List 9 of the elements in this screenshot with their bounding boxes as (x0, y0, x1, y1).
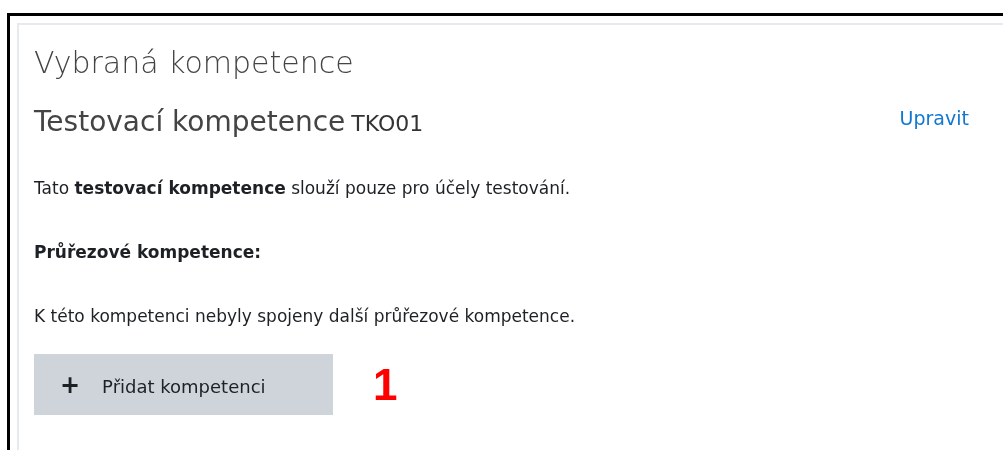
competency-name: Testovací kompetence (34, 105, 346, 138)
section-title: Vybraná kompetence (34, 44, 355, 82)
add-competency-button[interactable]: + Přidat kompetenci (34, 354, 333, 415)
competency-code: TKO01 (351, 111, 424, 136)
empty-message: K této kompetenci nebyly spojeny další průřezové kompetence. (34, 305, 577, 328)
step-number: 1 (373, 359, 398, 410)
edit-link[interactable]: Upravit (899, 107, 969, 129)
cross-competencies-heading: Průřezové kompetence: (34, 241, 263, 264)
description: Tato testovací kompetence slouží pouze pro účely testování. (34, 177, 572, 200)
